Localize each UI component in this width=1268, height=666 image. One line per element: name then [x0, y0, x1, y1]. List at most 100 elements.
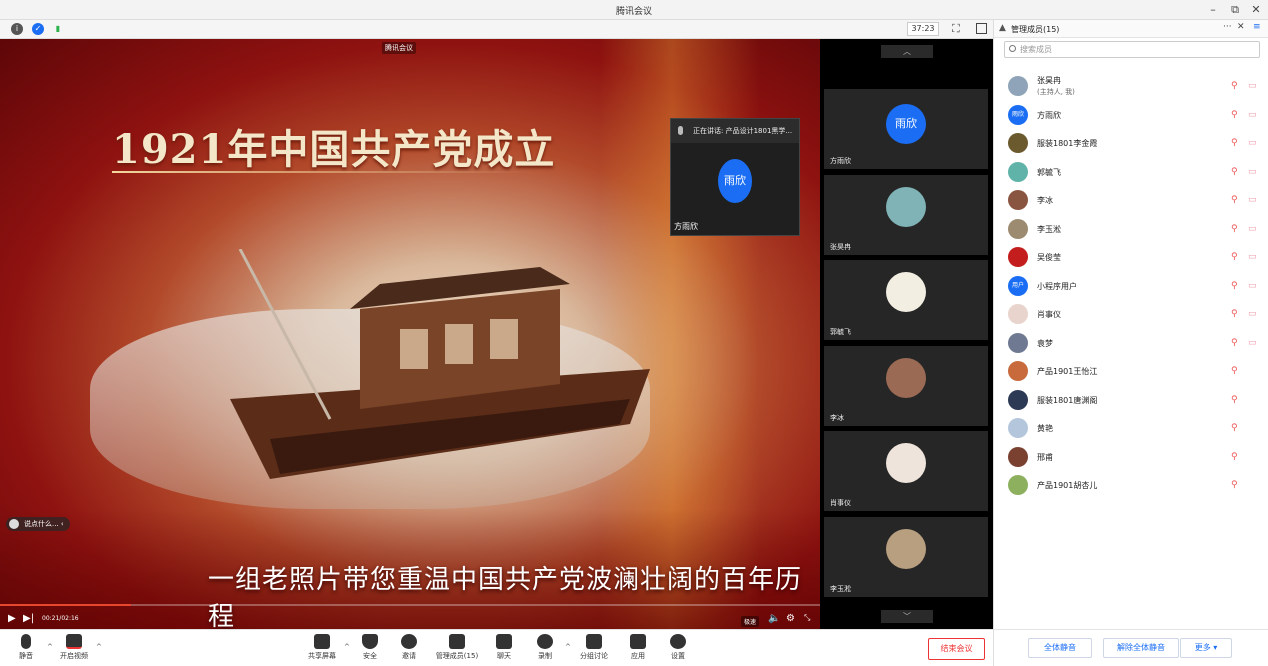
video-button[interactable]: 开启视频	[56, 634, 92, 661]
minimize-icon[interactable]: –	[1206, 3, 1220, 16]
mic-off-icon[interactable]: ⚲	[1231, 81, 1241, 92]
manage-members-button[interactable]: 管理成员(15)	[432, 634, 482, 661]
member-row[interactable]: 黄艳 ⚲	[994, 414, 1268, 443]
mic-off-icon[interactable]: ⚲	[1231, 395, 1241, 406]
camera-off-icon[interactable]: ▭	[1248, 195, 1260, 206]
video-options-icon[interactable]: ^	[96, 643, 102, 651]
member-row[interactable]: 李冰 ⚲ ▭	[994, 186, 1268, 215]
share-options-icon[interactable]: ^	[344, 643, 350, 651]
member-row[interactable]: 服装1801李金霞 ⚲ ▭	[994, 129, 1268, 158]
player-time: 00:21/02:16	[42, 615, 79, 622]
restore-icon[interactable]: ⧉	[1228, 3, 1242, 17]
mic-off-icon[interactable]: ⚲	[1231, 224, 1241, 235]
mute-button[interactable]: 静音	[14, 634, 38, 661]
camera-off-icon[interactable]: ▭	[1248, 167, 1260, 178]
member-avatar: 用户	[1008, 275, 1028, 296]
volume-icon[interactable]: 🔈	[768, 613, 780, 624]
member-row[interactable]: 郭毓飞 ⚲ ▭	[994, 158, 1268, 187]
mic-off-icon[interactable]: ⚲	[1231, 423, 1241, 434]
camera-off-icon[interactable]: ▭	[1248, 252, 1260, 263]
mic-off-icon[interactable]: ⚲	[1231, 110, 1241, 121]
camera-off-icon[interactable]: ▭	[1248, 138, 1260, 149]
next-icon[interactable]: ▶|	[23, 613, 34, 624]
participant-tile[interactable]: 肖事仪	[824, 431, 988, 511]
close-icon[interactable]: ✕	[1237, 22, 1245, 32]
mic-off-icon[interactable]: ⚲	[1231, 480, 1241, 491]
invite-button[interactable]: 邀请	[397, 634, 421, 661]
info-icon[interactable]: i	[11, 23, 23, 35]
camera-off-icon[interactable]: ▭	[1248, 81, 1260, 92]
member-row[interactable]: 邢甫 ⚲	[994, 443, 1268, 472]
end-meeting-button[interactable]: 结束会议	[928, 638, 985, 660]
expand-icon[interactable]: ⤡	[804, 613, 810, 623]
member-row[interactable]: 用户 小程序用户 ⚲ ▭	[994, 272, 1268, 301]
camera-off-icon[interactable]: ▭	[1248, 281, 1260, 292]
mic-off-icon[interactable]: ⚲	[1231, 452, 1241, 463]
mic-off-icon[interactable]: ⚲	[1231, 281, 1241, 292]
layout-icon[interactable]	[976, 23, 987, 34]
member-row[interactable]: 张昊冉 (主持人, 我) ⚲ ▭	[994, 72, 1268, 101]
chat-avatar-icon	[9, 519, 19, 529]
camera-off-icon[interactable]: ▭	[1248, 309, 1260, 320]
settings-icon[interactable]: ⚙	[786, 613, 795, 624]
record-options-icon[interactable]: ^	[565, 643, 571, 651]
record-button[interactable]: 录制	[533, 634, 557, 661]
unmute-all-button[interactable]: 解除全体静音	[1103, 638, 1179, 658]
mic-off-icon[interactable]: ⚲	[1231, 309, 1241, 320]
participant-tile[interactable]: 郭毓飞	[824, 260, 988, 340]
member-row[interactable]: 李玉淞 ⚲ ▭	[994, 215, 1268, 244]
mic-off-icon[interactable]: ⚲	[1231, 195, 1241, 206]
member-row[interactable]: 肖事仪 ⚲ ▭	[994, 300, 1268, 329]
chat-label: 聊天	[497, 652, 511, 660]
member-avatar	[1008, 389, 1028, 410]
share-screen-button[interactable]: 共享屏幕	[304, 634, 340, 661]
mic-off-icon[interactable]: ⚲	[1231, 138, 1241, 149]
settings-button[interactable]: 设置	[666, 634, 690, 661]
progress-bar[interactable]	[0, 604, 820, 606]
apps-button[interactable]: 应用	[626, 634, 650, 661]
mic-icon	[678, 126, 683, 135]
member-row[interactable]: 吴俊莹 ⚲ ▭	[994, 243, 1268, 272]
member-search-input[interactable]: 搜索成员	[1004, 41, 1260, 58]
menu-icon[interactable]: ≡	[1253, 22, 1261, 32]
member-row[interactable]: 服装1801唐渊阁 ⚲	[994, 386, 1268, 415]
camera-off-icon[interactable]: ▭	[1248, 224, 1260, 235]
mute-options-icon[interactable]: ^	[47, 643, 53, 651]
member-row[interactable]: 袁梦 ⚲ ▭	[994, 329, 1268, 358]
breakout-button[interactable]: 分组讨论	[577, 634, 611, 661]
play-icon[interactable]: ▶	[8, 613, 16, 624]
more-icon[interactable]: ···	[1223, 22, 1232, 32]
participant-name: 肖事仪	[830, 499, 851, 507]
mute-all-button[interactable]: 全体静音	[1028, 638, 1092, 658]
scroll-down-icon[interactable]: ﹀	[881, 610, 933, 623]
mic-off-icon[interactable]: ⚲	[1231, 252, 1241, 263]
invite-label: 邀请	[402, 652, 416, 660]
more-button[interactable]: 更多 ▾	[1180, 638, 1232, 658]
chat-bubble[interactable]: 说点什么... ‹	[6, 517, 70, 531]
member-avatar	[1008, 361, 1028, 381]
shield-icon[interactable]: ✓	[32, 23, 44, 35]
member-row[interactable]: 产品1901胡杏儿 ⚲	[994, 471, 1268, 500]
participant-tile[interactable]: 张昊冉	[824, 174, 988, 255]
mic-off-icon[interactable]: ⚲	[1231, 338, 1241, 349]
mic-off-icon[interactable]: ⚲	[1231, 366, 1241, 377]
close-icon[interactable]: ✕	[1249, 3, 1263, 16]
participant-tile[interactable]: 李玉淞	[824, 516, 988, 597]
signal-icon[interactable]: ▮	[52, 23, 64, 35]
security-button[interactable]: 安全	[358, 634, 382, 661]
member-row[interactable]: 雨欣 方雨欣 ⚲ ▭	[994, 101, 1268, 130]
mic-off-icon[interactable]: ⚲	[1231, 167, 1241, 178]
camera-off-icon[interactable]: ▭	[1248, 110, 1260, 121]
quality-button[interactable]: 极速	[741, 616, 760, 627]
scroll-up-icon[interactable]: ︿	[881, 45, 933, 58]
fullscreen-icon[interactable]: ⛶	[952, 22, 960, 36]
participant-tile[interactable]: 李冰	[824, 345, 988, 426]
active-speaker-window[interactable]: 正在讲话: 产品设计1801黑学... 雨欣 方雨欣	[670, 118, 800, 236]
gear-icon	[670, 634, 686, 649]
member-row[interactable]: 产品1901王怡江 ⚲	[994, 357, 1268, 386]
participant-tile[interactable]: 雨欣 方雨欣	[824, 89, 988, 169]
camera-off-icon[interactable]: ▭	[1248, 338, 1260, 349]
participant-name: 李冰	[830, 413, 844, 422]
member-avatar	[1008, 161, 1028, 182]
chat-button[interactable]: 聊天	[492, 634, 516, 661]
